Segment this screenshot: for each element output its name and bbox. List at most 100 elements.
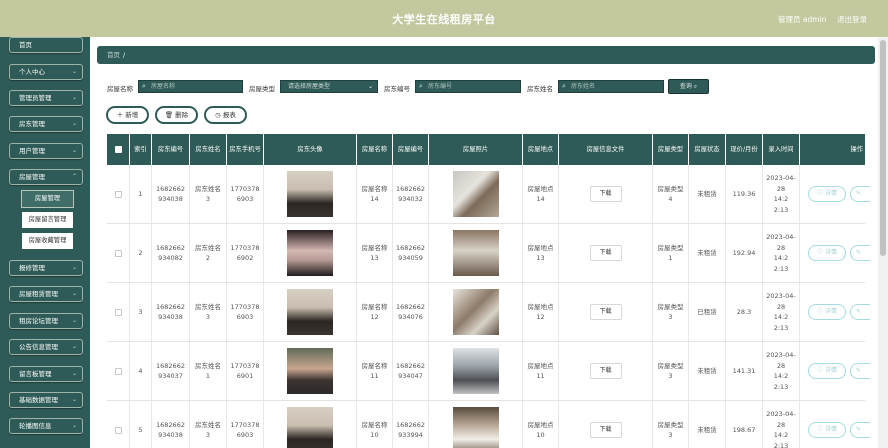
admin-label: 管理员 admin	[778, 15, 827, 24]
time-cell: 2023-04-28 14:2 2:13	[763, 283, 800, 341]
sidebar-item-forum[interactable]: 租房论坛管理 ⌄	[9, 313, 83, 329]
query-button[interactable]: 查询 ⌕	[668, 79, 709, 94]
chevron-down-icon: ⌄	[71, 120, 77, 127]
chevron-down-icon: ⌄	[71, 422, 77, 429]
index-cell: 2	[130, 224, 152, 282]
search-icon: ⌕	[693, 83, 698, 90]
sidebar-item-label: 基础数据管理	[19, 396, 58, 404]
row-checkbox[interactable]	[114, 367, 122, 375]
sidebar-item-admins[interactable]: 管理员管理 ⌄	[9, 90, 83, 106]
detail-button[interactable]: ⓘ 详情	[808, 186, 846, 202]
house-name-cell: 房屋名称 10	[357, 401, 393, 448]
select-all-checkbox[interactable]	[114, 146, 122, 153]
house-name-cell: 房屋名称 11	[357, 342, 393, 400]
submenu-item-house-manage[interactable]: 房屋管理	[21, 190, 74, 208]
chevron-down-icon: ⌄	[71, 68, 77, 75]
sidebar-item-carousel[interactable]: 轮播图信息 ⌄	[9, 418, 83, 434]
app-title: 大学生在线租房平台	[392, 13, 496, 26]
price-cell: 192.94	[726, 224, 763, 282]
detail-button[interactable]: ⓘ 详情	[808, 363, 846, 379]
sidebar-item-label: 首页	[19, 41, 32, 49]
sidebar-item-basedata[interactable]: 基础数据管理 ⌄	[9, 392, 83, 408]
submenu-houses: 房屋管理 房屋留言管理 房屋收藏管理	[21, 190, 74, 252]
submenu-item-house-messages[interactable]: 房屋留言管理	[21, 211, 74, 229]
vertical-scrollbar-thumb[interactable]	[880, 40, 886, 256]
row-checkbox[interactable]	[114, 190, 122, 198]
house-code-cell: 1682662 934047	[393, 342, 429, 400]
download-button[interactable]: 下载	[589, 186, 622, 202]
landlord-code-label: 房东编号	[384, 85, 410, 93]
row-checkbox[interactable]	[114, 308, 122, 316]
house-photo	[452, 407, 499, 448]
row-select-cell	[107, 165, 130, 223]
delete-button[interactable]: 🗑 删除	[155, 106, 198, 124]
detail-button[interactable]: ⓘ 详情	[808, 245, 846, 261]
landlord-code-input[interactable]: ⌕ 房东编号	[415, 80, 521, 93]
sidebar-item-home[interactable]: 首页	[9, 37, 83, 53]
query-label: 查询	[679, 83, 692, 90]
price-cell: 119.36	[726, 165, 763, 223]
download-button[interactable]: 下载	[589, 363, 622, 379]
house-photo	[452, 171, 499, 217]
edit-button[interactable]: ✎	[850, 304, 870, 320]
column-header: 房屋地点	[523, 134, 559, 165]
column-header: 房屋照片	[429, 134, 523, 165]
sidebar-item-rentals[interactable]: 房屋租赁管理 ⌄	[9, 286, 83, 302]
chevron-down-icon: ⌄	[71, 317, 77, 324]
submenu-item-house-favorites[interactable]: 房屋收藏管理	[21, 232, 74, 250]
detail-button[interactable]: ⓘ 详情	[808, 304, 846, 320]
house-photo-cell	[429, 401, 523, 448]
report-button[interactable]: ◷ 报表	[204, 106, 247, 124]
house-type-label: 房屋类型	[249, 85, 275, 93]
index-cell: 3	[130, 283, 152, 341]
table-header: 索引 房东编号 房东姓名 房东手机号 房东头像 房屋名称 房屋编号 房屋照片 房…	[107, 134, 865, 165]
sidebar-item-landlords[interactable]: 房东管理 ⌄	[9, 116, 83, 132]
house-photo	[452, 289, 499, 335]
delete-label: 删除	[175, 111, 189, 119]
column-header: 房东编号	[152, 134, 190, 165]
house-code-cell: 1682662 934076	[393, 283, 429, 341]
type-cell: 房屋类型 4	[653, 165, 689, 223]
house-type-select[interactable]: 请选择房屋类型 ⌄	[280, 80, 378, 93]
detail-label: 详情	[824, 249, 837, 256]
sidebar-item-notices[interactable]: 公告信息管理 ⌄	[9, 339, 83, 355]
status-cell: 已租赁	[689, 283, 726, 341]
table-row: 1 1682662 934038 房东姓名 3 1770378 6903 房屋名称 14…	[107, 165, 870, 224]
chevron-down-icon: ⌄	[71, 370, 77, 377]
detail-button[interactable]: ⓘ 详情	[808, 422, 846, 438]
column-header: 房东手机号	[227, 134, 264, 165]
row-checkbox[interactable]	[114, 426, 122, 434]
avatar	[287, 348, 333, 394]
sidebar-item-profile[interactable]: 个人中心 ⌄	[9, 64, 83, 80]
landlord-name-label: 房东姓名	[527, 85, 553, 93]
avatar	[287, 407, 333, 448]
breadcrumb-home[interactable]: 首页	[107, 51, 120, 59]
type-cell: 房屋类型 3	[653, 401, 689, 448]
logout-link[interactable]: 退出登录	[837, 14, 867, 25]
house-name-cell: 房屋名称 13	[357, 224, 393, 282]
download-label: 下载	[599, 426, 612, 433]
phone-cell: 1770378 6903	[227, 401, 264, 448]
sidebar-item-houses[interactable]: 房屋管理 ⌃	[9, 169, 83, 185]
sidebar-item-users[interactable]: 用户管理 ⌄	[9, 143, 83, 159]
add-button[interactable]: ＋ 新增	[106, 106, 149, 124]
edit-icon: ✎	[856, 367, 862, 374]
row-checkbox[interactable]	[114, 249, 122, 257]
sidebar-item-messageboard[interactable]: 留言板管理 ⌄	[9, 366, 83, 382]
edit-button[interactable]: ✎	[850, 245, 870, 261]
search-icon: ⌕	[142, 82, 146, 90]
download-button[interactable]: 下载	[589, 422, 622, 438]
column-header: 索引	[130, 134, 152, 165]
house-name-input[interactable]: ⌕ 房屋名称	[138, 80, 243, 93]
edit-button[interactable]: ✎	[850, 422, 870, 438]
edit-button[interactable]: ✎	[850, 186, 870, 202]
sidebar-item-repairs[interactable]: 报修管理 ⌄	[9, 260, 83, 276]
landlord-name-input[interactable]: ⌕ 房东姓名	[558, 80, 664, 93]
report-label: 报表	[222, 111, 236, 119]
price-cell: 141.31	[726, 342, 763, 400]
download-button[interactable]: 下载	[589, 245, 622, 261]
download-button[interactable]: 下载	[589, 304, 622, 320]
column-header: 操作	[850, 146, 863, 153]
row-select-cell	[107, 224, 130, 282]
edit-button[interactable]: ✎	[850, 363, 870, 379]
